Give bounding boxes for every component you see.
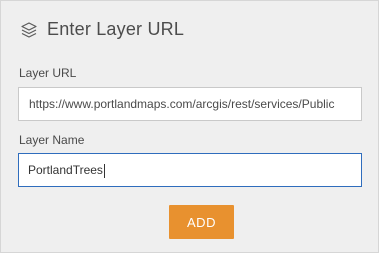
- layer-name-input[interactable]: PortlandTrees: [18, 153, 362, 187]
- add-button[interactable]: ADD: [169, 205, 234, 239]
- add-layer-panel: Enter Layer URL Layer URL https://www.po…: [0, 0, 379, 253]
- layer-name-label: Layer Name: [19, 133, 85, 147]
- layer-url-input[interactable]: https://www.portlandmaps.com/arcgis/rest…: [18, 87, 362, 121]
- layers-icon: [19, 20, 39, 40]
- panel-title: Enter Layer URL: [47, 19, 185, 39]
- layer-url-label: Layer URL: [19, 66, 77, 80]
- layer-name-value: PortlandTrees: [28, 163, 103, 177]
- text-caret: [103, 163, 105, 178]
- panel-header: Enter Layer URL: [19, 19, 184, 40]
